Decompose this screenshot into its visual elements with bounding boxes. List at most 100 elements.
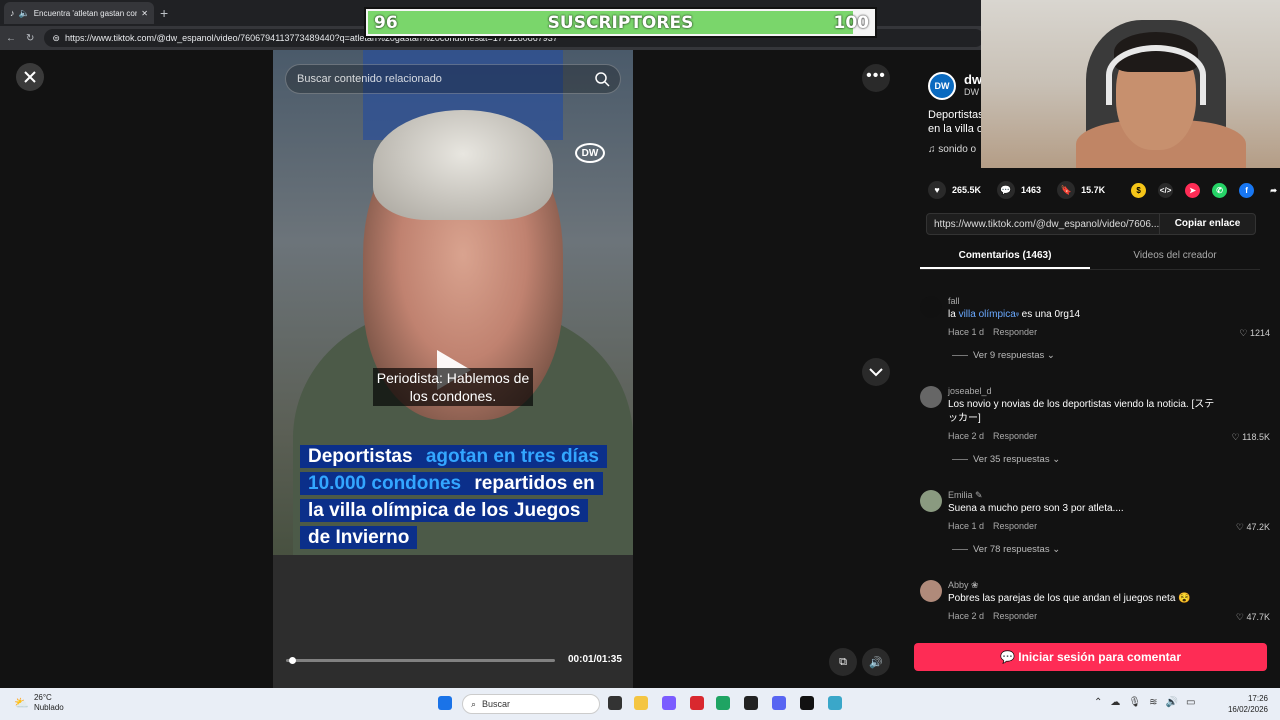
comment-time: Hace 2 d <box>948 431 985 441</box>
comment-avatar[interactable] <box>920 386 942 408</box>
system-tray[interactable]: ⌃ ☁ 🎙 ≋ 🔊 ▭ <box>1094 697 1195 708</box>
comment-user[interactable]: Abby ❀ <box>948 580 979 591</box>
taskbar-search-label: Buscar <box>482 699 511 709</box>
video-bottom-bar <box>273 555 633 688</box>
close-tab-icon[interactable]: ✕ <box>141 9 148 18</box>
author-info[interactable]: DW dw DW <box>928 72 982 100</box>
comment-search-link[interactable]: villa olímpica <box>959 309 1016 320</box>
file-explorer-icon[interactable] <box>634 696 648 710</box>
related-search-placeholder: Buscar contenido relacionado <box>297 73 442 85</box>
comment-user[interactable]: fall <box>948 296 960 306</box>
reply-button[interactable]: Responder <box>993 521 1037 531</box>
weather-widget[interactable]: ⛅ 26°C Nublado <box>14 693 64 713</box>
video-hair <box>373 110 553 220</box>
site-info-icon[interactable]: ⊜ <box>52 33 60 44</box>
copy-link-box: https://www.tiktok.com/@dw_espanol/video… <box>926 213 1256 235</box>
reply-button[interactable]: Responder <box>993 611 1037 621</box>
weather-temp: 26°C <box>33 693 52 702</box>
view-replies-button[interactable]: Ver 35 respuestas ⌄ <box>952 454 1060 465</box>
comment-button[interactable]: 💬 <box>997 181 1016 199</box>
facebook-icon[interactable]: f <box>1239 182 1255 198</box>
reload-icon[interactable]: ↻ <box>26 33 34 44</box>
whatsapp-icon[interactable]: ✆ <box>1212 182 1228 198</box>
comment-text: la villa olímpicaᵠ es una 0rg14 <box>948 308 1218 323</box>
reply-button[interactable]: Responder <box>993 431 1037 441</box>
subscriber-label: SUSCRIPTORES <box>547 12 694 33</box>
comment-likes[interactable]: ♡ 1214 <box>1239 328 1270 339</box>
view-replies-label: Ver 35 respuestas <box>973 454 1050 465</box>
emoji-icon: 😵 <box>1178 593 1191 604</box>
comment-like-count: 1214 <box>1249 328 1270 338</box>
tab-creator-videos[interactable]: Videos del creador <box>1090 244 1260 269</box>
view-replies-button[interactable]: Ver 9 respuestas ⌄ <box>952 350 1055 361</box>
volume-button[interactable]: 🔊 <box>862 648 890 676</box>
video-description: Deportistas en la villa o <box>928 108 988 136</box>
windows-start-icon[interactable] <box>438 696 452 710</box>
mic-icon: 🎙 <box>1128 697 1142 708</box>
send-icon[interactable]: ➤ <box>1185 182 1201 198</box>
save-button[interactable]: 🔖 <box>1057 181 1076 199</box>
comment-likes[interactable]: ♡ 118.5K <box>1232 432 1270 443</box>
video-stats: ♥ 265.5K 💬 1463 🔖 15.7K $ </> ➤ ✆ f ➦ <box>928 181 1280 199</box>
login-to-comment-button[interactable]: 💬 Iniciar sesión para comentar <box>914 643 1267 671</box>
coin-share-icon[interactable]: $ <box>1131 182 1147 198</box>
new-tab-button[interactable]: + <box>160 5 168 21</box>
notepad-icon[interactable] <box>828 696 842 710</box>
copy-link-button[interactable]: Copiar enlace <box>1159 214 1255 234</box>
comment-avatar[interactable] <box>920 296 942 318</box>
wps-icon[interactable] <box>690 696 704 710</box>
subscriber-goal-bar: 96 SUSCRIPTORES 100 <box>364 7 877 38</box>
edge-icon[interactable] <box>716 696 730 710</box>
more-icon: ••• <box>866 67 886 84</box>
comment-likes[interactable]: ♡ 47.2K <box>1236 522 1270 533</box>
share-arrow-icon[interactable]: ➦ <box>1266 183 1280 198</box>
sound-link[interactable]: ♫ sonido o <box>928 144 976 155</box>
comment-bubble-icon: 💬 <box>999 650 1019 664</box>
speaker-icon[interactable]: 🔈 <box>19 8 30 19</box>
like-count: 265.5K <box>952 185 982 195</box>
search-icon: ⌕ <box>471 698 477 709</box>
progress-handle[interactable] <box>288 657 296 664</box>
panel-tabs: Comentarios (1463) Videos del creador <box>920 244 1260 270</box>
task-view-icon[interactable] <box>608 696 622 710</box>
sound-name: sonido o <box>938 144 977 155</box>
embed-icon[interactable]: </> <box>1158 182 1174 198</box>
author-name[interactable]: dw <box>964 72 982 87</box>
comment-likes[interactable]: ♡ 47.7K <box>1236 612 1270 623</box>
tab-title: Encuentra 'atletan gastan con... <box>33 8 138 18</box>
comment-item: fall la villa olímpicaᵠ es una 0rg14 Hac… <box>920 296 1275 366</box>
tab-comments[interactable]: Comentarios (1463) <box>920 244 1090 269</box>
search-icon[interactable] <box>594 71 610 87</box>
discord-icon[interactable] <box>772 696 786 710</box>
taskbar-clock[interactable]: 17:26 16/02/2026 <box>1228 693 1268 715</box>
obs-icon[interactable] <box>744 696 758 710</box>
back-icon[interactable]: ← <box>6 33 16 44</box>
comment-user[interactable]: Emilia ✎ <box>948 490 983 501</box>
pip-button[interactable]: ⧉ <box>829 648 857 676</box>
video-link[interactable]: https://www.tiktok.com/@dw_espanol/video… <box>927 219 1159 230</box>
desc-line1: Deportistas <box>928 109 984 121</box>
view-replies-button[interactable]: Ver 78 respuestas ⌄ <box>952 544 1060 555</box>
comment-text: Pobres las parejas de los que andan el j… <box>948 592 1218 606</box>
related-search-input[interactable]: Buscar contenido relacionado <box>285 64 621 94</box>
video-progress-bar[interactable] <box>286 657 555 664</box>
comment-like-count: 47.7K <box>1246 612 1270 622</box>
browser-tab[interactable]: ♪ 🔈 Encuentra 'atletan gastan con... ✕ <box>4 2 154 24</box>
author-avatar[interactable]: DW <box>928 72 956 100</box>
sound-icon: 🔊 <box>1165 697 1178 708</box>
video-player[interactable]: Buscar contenido relacionado DW Periodis… <box>273 50 633 688</box>
comment-user[interactable]: joseabel_d <box>948 386 992 396</box>
like-button[interactable]: ♥ <box>928 181 946 199</box>
app-icon[interactable] <box>800 696 814 710</box>
reply-button[interactable]: Responder <box>993 327 1037 337</box>
save-count: 15.7K <box>1081 185 1106 195</box>
comment-item: joseabel_d Los novio y novias de los dep… <box>920 386 1275 466</box>
comment-avatar[interactable] <box>920 580 942 602</box>
comment-avatar[interactable] <box>920 490 942 512</box>
copilot-icon[interactable] <box>662 696 676 710</box>
close-button[interactable] <box>16 63 44 91</box>
comment-text: Suena a mucho pero son 3 por atleta.... <box>948 503 1124 514</box>
more-options-button[interactable]: ••• <box>862 64 890 92</box>
taskbar-search[interactable]: ⌕ Buscar <box>462 694 600 714</box>
next-video-button[interactable] <box>862 358 890 386</box>
